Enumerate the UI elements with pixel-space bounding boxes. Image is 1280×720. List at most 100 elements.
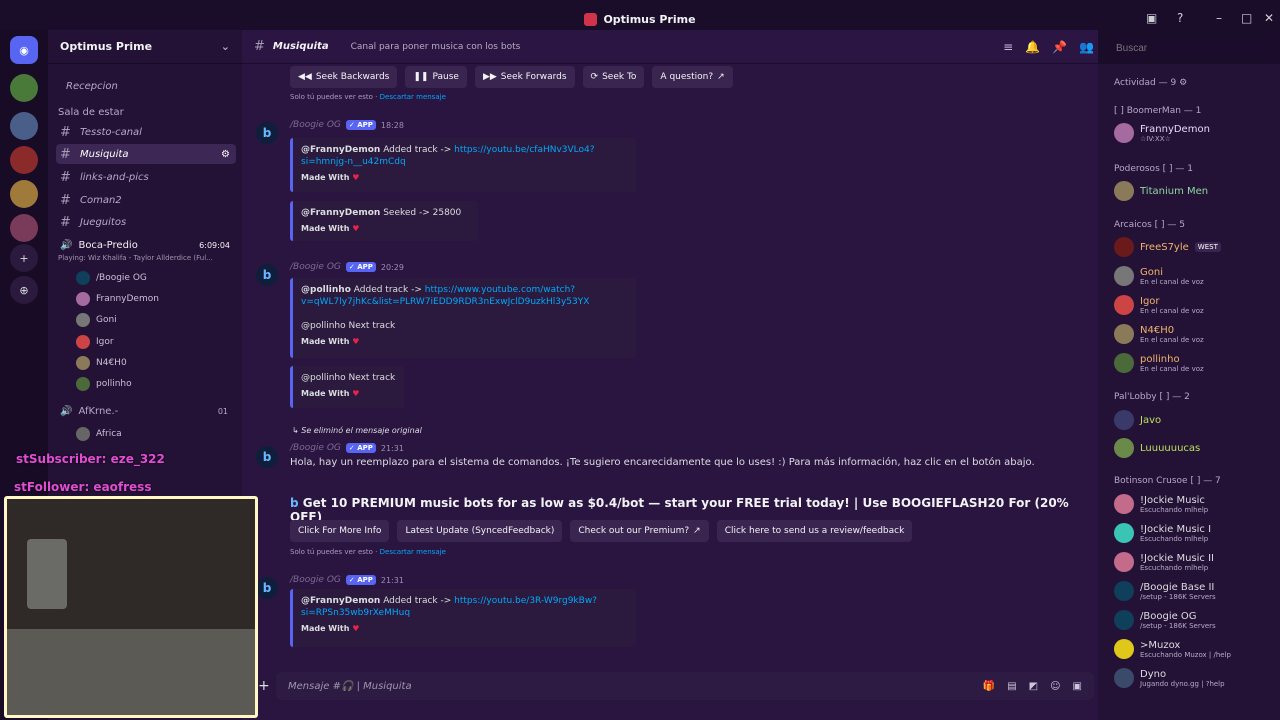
channel-label: Musiquita [80,148,129,160]
explore-icon[interactable]: ⊕ [10,276,38,304]
pause-button[interactable]: ❚❚ Pause [405,66,467,88]
member-item[interactable]: >Muzox Escuchando Muzox | /help [1114,636,1274,662]
minimize-button[interactable]: – [1216,11,1222,25]
speaker-icon: 🔊 [60,239,73,251]
embed: @FrannyDemon Seeked -> 25800 Made With ♥ [290,201,478,241]
server-icon[interactable] [10,74,38,102]
member-item[interactable]: pollinho En el canal de voz [1114,350,1274,376]
heart-icon: ♥ [352,337,360,346]
avatar: b [256,264,278,286]
server-header[interactable]: Optimus Prime ⌄ [48,30,242,64]
voice-user-item[interactable]: Igor [76,332,114,352]
member-item[interactable]: FreeS7yle WEST [1114,234,1274,260]
gif-icon[interactable]: ▤ [1007,681,1016,692]
channel-tessto[interactable]: # Tessto-canal [56,122,236,142]
gear-icon[interactable]: ⚙ [221,149,236,160]
activity-header: Actividad — 9 ⚙ [1114,78,1188,88]
member-item[interactable]: Titanium Men [1114,178,1274,204]
add-attachment-button[interactable]: + [258,678,270,694]
timestamp: 18:28 [380,120,404,130]
review-button[interactable]: Click here to send us a review/feedback [716,520,913,542]
channel-jueguitos[interactable]: # Jueguitos [56,212,236,232]
channel-links[interactable]: # links-and-pics [56,167,236,187]
author-name[interactable]: /Boogie OG [290,443,341,453]
search-input[interactable] [1108,38,1276,58]
avatar [76,271,90,285]
maximize-button[interactable]: □ [1241,11,1252,25]
server-icon[interactable] [10,146,38,174]
avatar [1114,494,1134,514]
dismiss-link[interactable]: Descartar mensaje [380,93,446,101]
hash-icon: # [254,39,265,54]
more-info-button[interactable]: Click For More Info [290,520,390,542]
seek-icon: ⟳ [590,72,599,82]
member-item[interactable]: /Boogie OG/setup - 186K Servers [1114,607,1274,633]
app-badge: ✓ APP [345,262,376,272]
channel-musiquita[interactable]: # Musiquita ⚙ [56,144,236,164]
seek-backwards-button[interactable]: ◀◀ Seek Backwards [290,66,398,88]
dismiss-link[interactable]: Descartar mensaje [380,548,446,556]
members-icon[interactable]: 👥 [1079,40,1094,54]
member-item[interactable]: Igor En el canal de voz [1114,292,1274,318]
seek-forwards-button[interactable]: ▶▶ Seek Forwards [474,66,575,88]
avatar [1114,123,1134,143]
role-group-title: Poderosos [ ] — 1 [1114,164,1193,174]
promo-buttons: Click For More Info Latest Update (Synce… [290,520,913,542]
voice-user-item[interactable]: /Boogie OG [76,268,147,288]
help-icon[interactable]: ? [1177,11,1183,25]
gift-icon[interactable]: 🎁 [983,681,995,692]
member-item[interactable]: !Jockie Music II Escuchando mlhelp [1114,549,1274,575]
voice-user-item[interactable]: Africa [76,424,122,444]
member-item[interactable]: !Jockie Music I Escuchando mlhelp [1114,520,1274,546]
voice-channel-afk[interactable]: 🔊 AfKrne.- 01 [56,401,236,421]
threads-icon[interactable]: ≡ [1003,40,1013,54]
message-composer[interactable]: Mensaje #🎧 | Musiquita 🎁 ▤ ◩ ☺ ▣ [276,672,1094,700]
bot-icon: b [290,496,299,510]
server-icon[interactable] [10,112,38,140]
member-item[interactable]: Javo [1114,407,1274,433]
category-sala[interactable]: Sala de estar [54,102,234,122]
member-item[interactable]: N4€H0 En el canal de voz [1114,321,1274,347]
member-item[interactable]: /Boogie Base II/setup - 186K Servers [1114,578,1274,604]
voice-user-item[interactable]: N4€H0 [76,353,127,373]
member-item[interactable]: FrannyDemon ☆IV:XX☆ [1114,120,1274,146]
author-name[interactable]: /Boogie OG [290,575,341,585]
chevron-down-icon[interactable]: ⌄ [221,40,230,53]
add-server-icon[interactable]: + [10,244,38,272]
inbox-icon[interactable]: ▣ [1146,11,1157,25]
apps-icon[interactable]: ▣ [1073,681,1082,692]
pin-icon[interactable]: 📌 [1052,40,1067,54]
embed: @pollinho Next track Made With ♥ [290,366,404,408]
voice-user-item[interactable]: pollinho [76,374,132,394]
premium-button[interactable]: Check out our Premium? ↗ [570,520,709,542]
avatar: b [256,577,278,599]
channel-header: # Musiquita Canal para poner musica con … [242,30,1098,64]
external-link-icon: ↗ [693,526,701,536]
author-name[interactable]: /Boogie OG [290,262,341,272]
question-button[interactable]: A question? ↗ [652,66,733,88]
server-icon[interactable] [10,180,38,208]
member-item[interactable]: !Jockie Music Escuchando mlhelp [1114,491,1274,517]
bell-icon[interactable]: 🔔 [1025,40,1040,54]
voice-user-item[interactable]: FrannyDemon [76,289,159,309]
voice-user-item[interactable]: Goni [76,310,117,330]
latest-update-button[interactable]: Latest Update (SyncedFeedback) [397,520,563,542]
overlay-subscriber: stSubscriber: eze_322 [16,452,165,466]
sticker-icon[interactable]: ◩ [1029,681,1038,692]
server-icon[interactable] [10,214,38,242]
voice-activity[interactable]: 🔊 Boca-Predio 6:09:04 [56,235,236,255]
category-recepcion[interactable]: Recepcion [62,76,242,96]
member-item[interactable]: Luuuuuucas [1114,435,1274,461]
heart-icon: ♥ [352,224,360,233]
author-name[interactable]: /Boogie OG [290,120,341,130]
made-with: Made With ♥ [301,173,360,182]
external-link-icon: ↗ [717,72,725,82]
seek-to-button[interactable]: ⟳ Seek To [582,66,645,88]
home-button[interactable]: ◉ [10,36,38,64]
channel-coman2[interactable]: # Coman2 [56,190,236,210]
close-button[interactable]: ✕ [1264,11,1274,25]
emoji-icon[interactable]: ☺ [1050,681,1060,692]
member-item[interactable]: Dyno Jugando dyno.gg | ?help [1114,665,1274,691]
member-item[interactable]: Goni En el canal de voz [1114,263,1274,289]
hash-icon: # [60,124,71,140]
